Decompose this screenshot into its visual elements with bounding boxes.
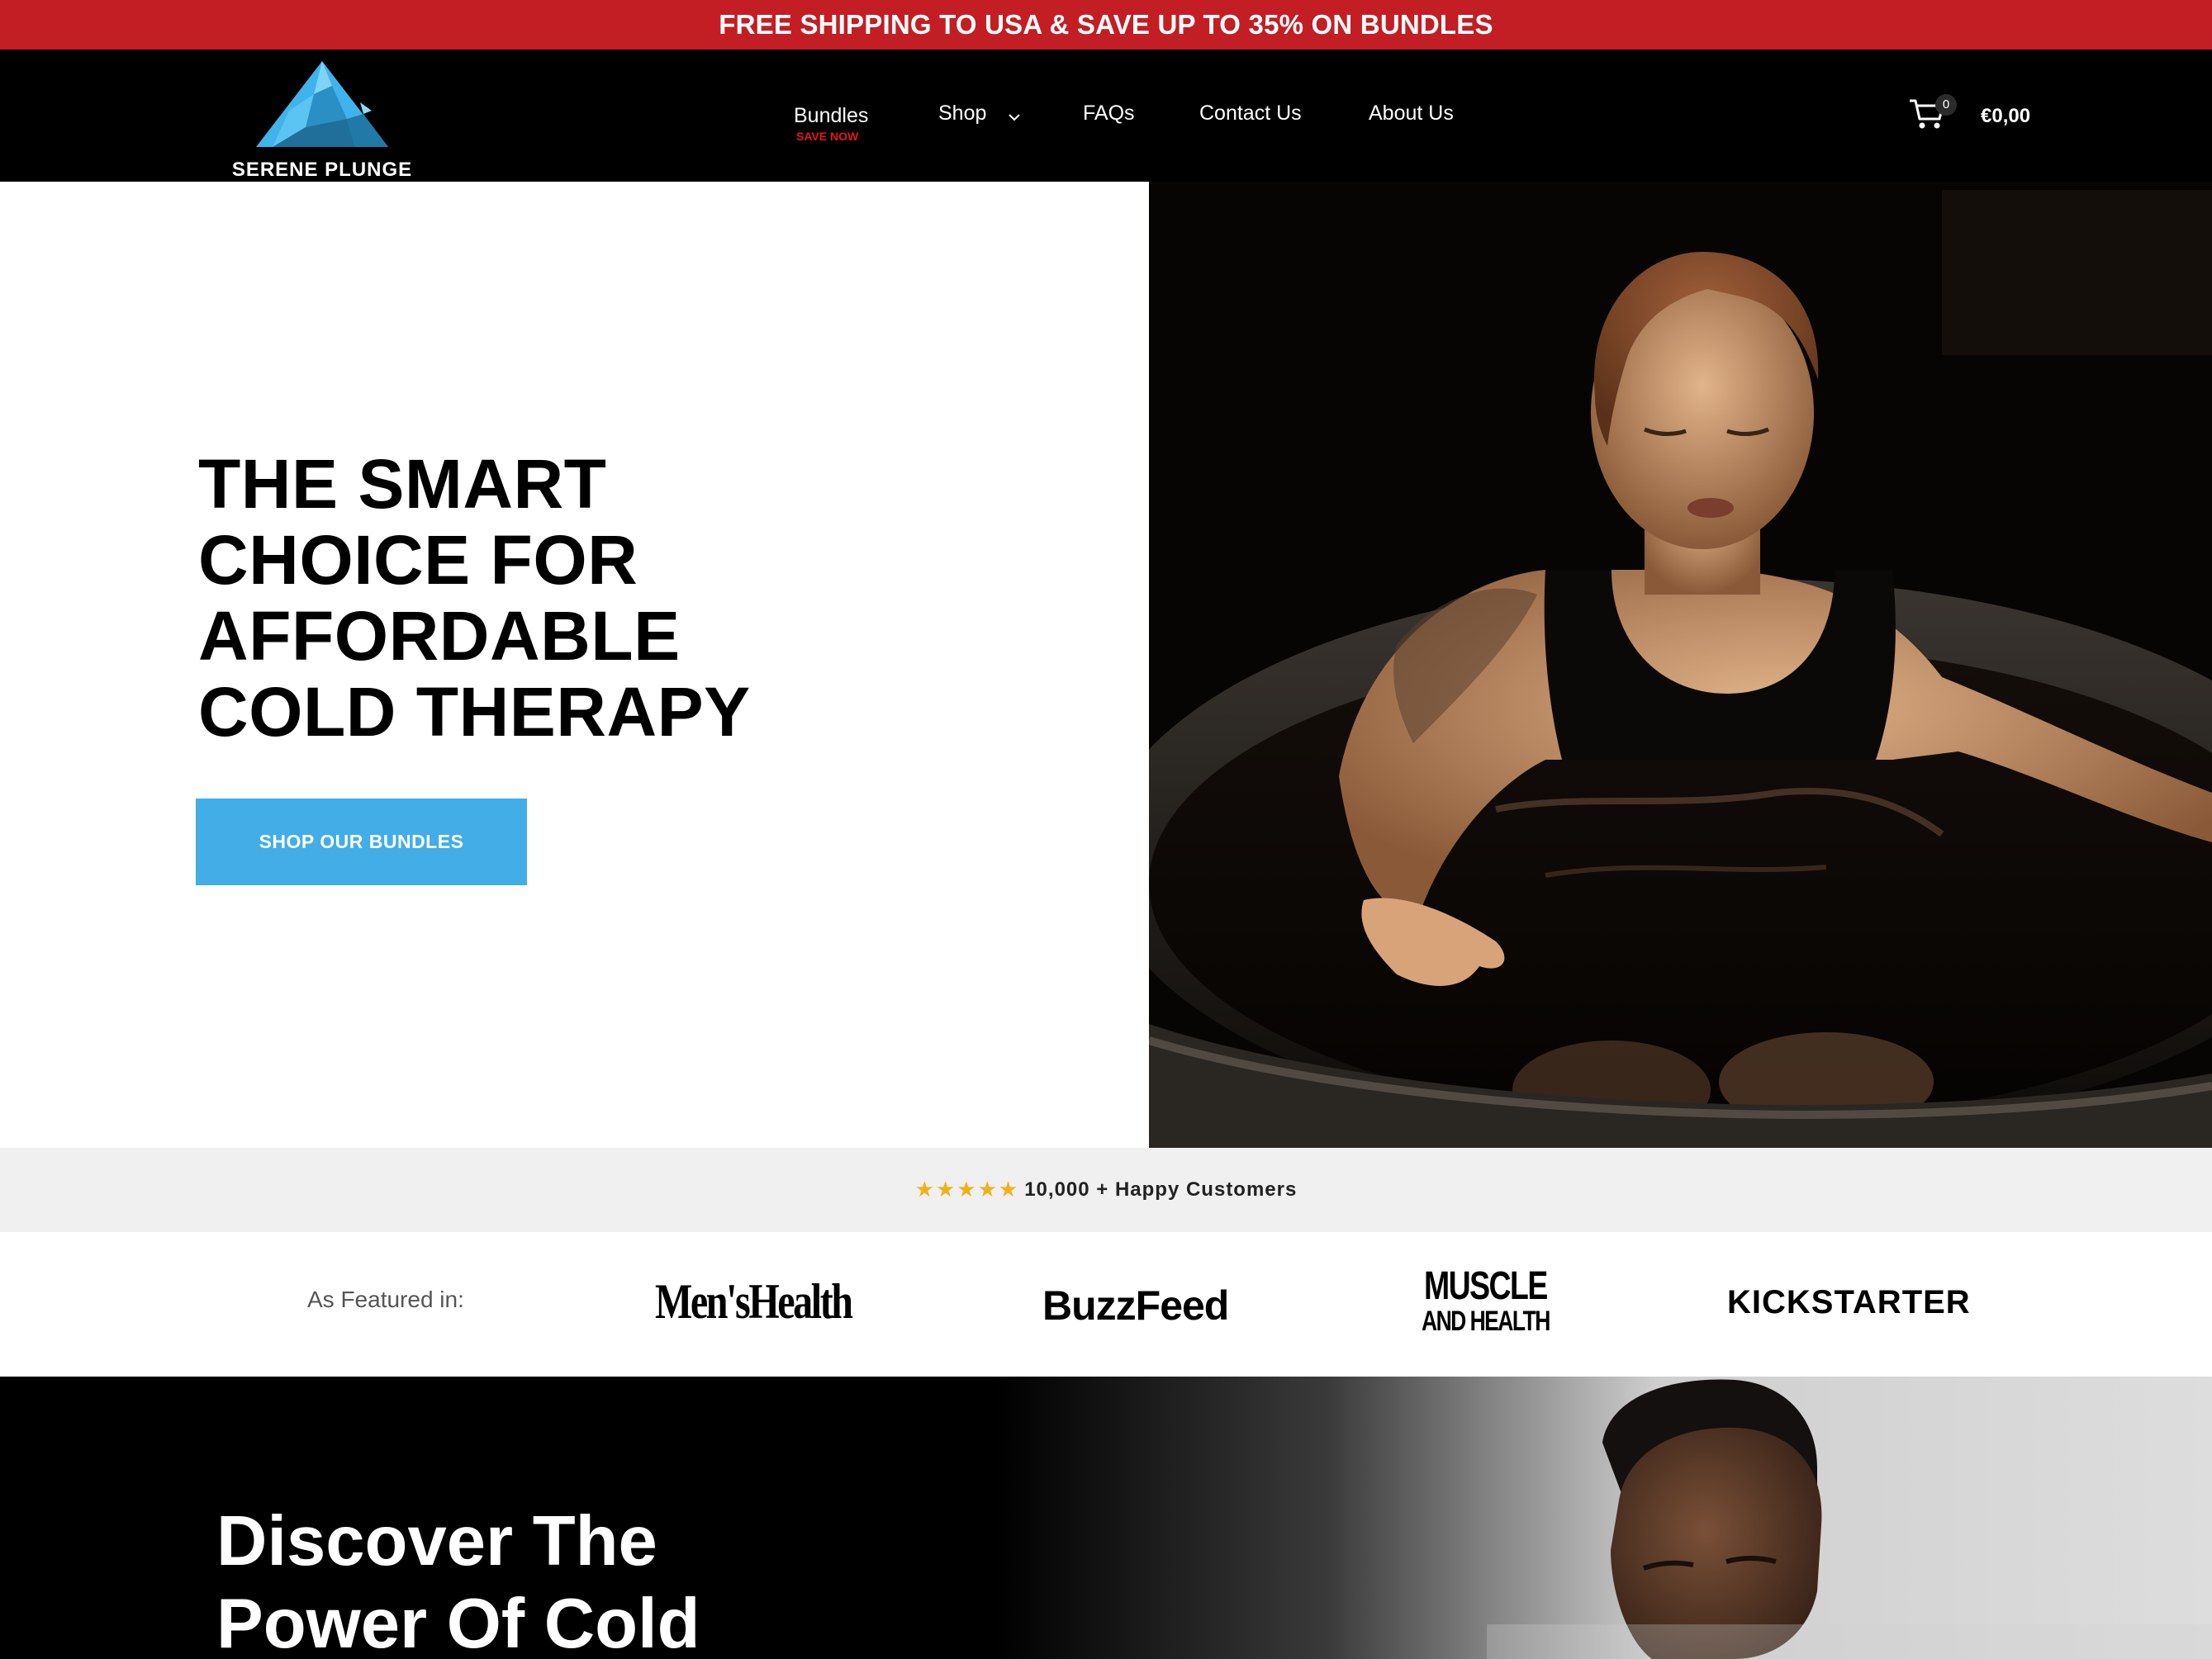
- buzzfeed-logo: BuzzFeed: [1042, 1282, 1229, 1329]
- cold-plunge-photo: [1149, 182, 2212, 1148]
- hero-image: [1149, 182, 2212, 1148]
- site-logo[interactable]: SERENE PLUNGE: [221, 61, 423, 181]
- star-icon: ★: [914, 1178, 934, 1202]
- man-portrait-photo: [1487, 1379, 2212, 1659]
- star-icon: ★: [935, 1178, 956, 1202]
- muscle-and-health-line2: AND HEALTH: [1422, 1306, 1550, 1337]
- brand-name: SERENE PLUNGE: [231, 159, 413, 181]
- discover-title: Discover The Power Of Cold: [216, 1500, 700, 1659]
- muscle-and-health-line1: MUSCLE: [1424, 1264, 1548, 1308]
- star-icon: ★: [977, 1178, 997, 1202]
- chevron-down-icon[interactable]: [1006, 109, 1023, 126]
- discover-title-line: Power Of Cold: [216, 1585, 700, 1659]
- announcement-text[interactable]: FREE SHIPPING TO USA & SAVE UP TO 35% ON…: [719, 9, 1493, 40]
- cart-total[interactable]: €0,00: [1981, 105, 2030, 128]
- mens-health-logo: Men'sHealth: [655, 1274, 853, 1329]
- hero-title-line: AFFORDABLE: [198, 597, 681, 675]
- hero-text-panel: THE SMART CHOICE FOR AFFORDABLE COLD THE…: [0, 182, 1149, 1148]
- page: FREE SHIPPING TO USA & SAVE UP TO 35% ON…: [0, 0, 2212, 1659]
- reviews-strip: ★ ★ ★ ★ ★ 10,000 + Happy Customers: [0, 1148, 2212, 1232]
- mountain-logo-icon: [256, 61, 388, 147]
- hero-title-line: THE SMART: [198, 445, 607, 523]
- featured-in-section: As Featured in: Men'sHealth BuzzFeed MUS…: [0, 1232, 2212, 1377]
- nav-contact-us[interactable]: Contact Us: [1199, 102, 1302, 126]
- kickstarter-logo: KICKSTARTER: [1727, 1284, 1971, 1320]
- muscle-and-health-logo: MUSCLE AND HEALTH: [1422, 1264, 1585, 1337]
- hero-title: THE SMART CHOICE FOR AFFORDABLE COLD THE…: [198, 446, 942, 750]
- nav-about-us[interactable]: About Us: [1369, 102, 1454, 126]
- discover-section: Discover The Power Of Cold: [0, 1377, 2212, 1659]
- announcement-bar[interactable]: FREE SHIPPING TO USA & SAVE UP TO 35% ON…: [0, 0, 2212, 50]
- star-icon: ★: [998, 1178, 1018, 1202]
- nav-shop[interactable]: Shop: [938, 102, 986, 126]
- shop-bundles-button[interactable]: SHOP OUR BUNDLES: [196, 799, 527, 885]
- happy-customers-text: 10,000 + Happy Customers: [1024, 1178, 1298, 1201]
- hero-section: THE SMART CHOICE FOR AFFORDABLE COLD THE…: [0, 182, 2212, 1148]
- discover-title-line: Discover The: [216, 1502, 657, 1581]
- hero-title-line: CHOICE FOR: [198, 521, 638, 599]
- rating-stars: ★ ★ ★ ★ ★: [915, 1179, 1018, 1201]
- nav-bundles[interactable]: Bundles: [794, 104, 868, 128]
- featured-label: As Featured in:: [307, 1287, 464, 1312]
- site-header: SERENE PLUNGE Bundles SAVE NOW Shop FAQs…: [0, 50, 2212, 182]
- nav-faqs[interactable]: FAQs: [1083, 102, 1135, 126]
- hero-title-line: COLD THERAPY: [198, 673, 751, 751]
- cart-count-badge: 0: [1935, 94, 1957, 116]
- save-now-badge: SAVE NOW: [796, 130, 859, 143]
- star-icon: ★: [956, 1178, 976, 1202]
